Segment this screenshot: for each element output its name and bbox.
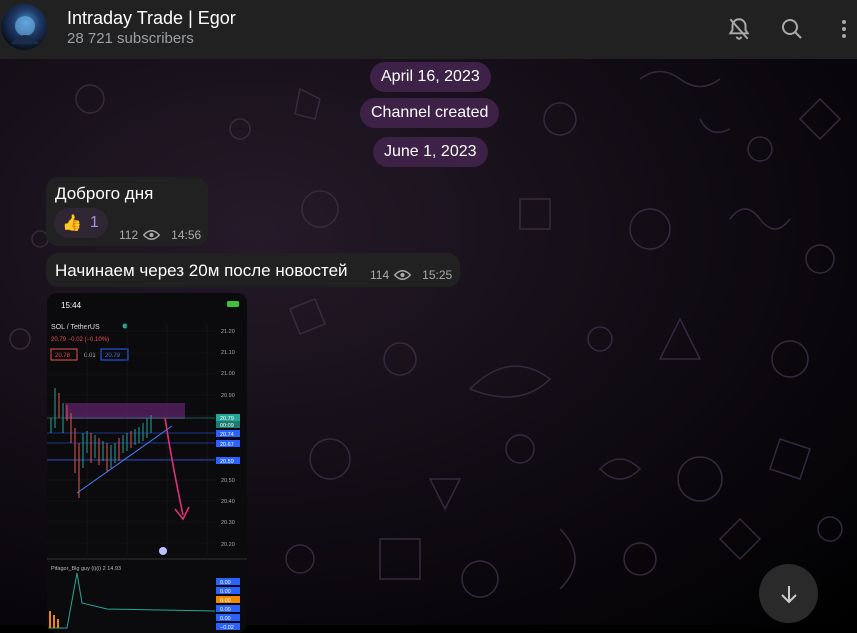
price-change: 20.79 −0.02 (−0.10%) — [51, 337, 109, 343]
indicator-tick: 0.00 — [220, 607, 231, 613]
spread: 0.01 — [84, 353, 96, 359]
more-vertical-icon — [842, 20, 846, 38]
status-time: 15:44 — [61, 301, 82, 310]
pair-label: SOL / TetherUS — [51, 324, 100, 331]
message-text: Доброго дня — [55, 184, 154, 203]
chat-header: Intraday Trade | Egor 28 721 subscribers — [0, 0, 857, 59]
channel-avatar[interactable] — [1, 4, 47, 50]
indicator-tick: 0.00 — [220, 598, 231, 604]
search-button[interactable] — [777, 14, 807, 44]
indicator-tick: −0.02 — [220, 625, 234, 631]
arrow-down-icon — [780, 585, 797, 603]
y-tick: 20.30 — [221, 520, 235, 526]
search-icon — [782, 19, 802, 39]
view-count: 112 — [119, 228, 139, 242]
reaction-count: 1 — [89, 214, 99, 231]
more-button[interactable] — [829, 14, 857, 44]
thumbs-up-icon: 👍 — [62, 215, 82, 232]
y-tick: 21.10 — [221, 350, 235, 356]
y-tick: 20.67 — [220, 442, 234, 448]
y-tick: 00:09 — [220, 423, 234, 429]
y-tick: 20.20 — [221, 542, 235, 548]
indicator-tick: 0.00 — [220, 580, 231, 586]
trading-chart-image: 15:44 SOL / TetherUS 20.79 −0.02 (−0.10%… — [47, 293, 247, 633]
eye-icon — [143, 230, 161, 240]
y-tick: 21.20 — [221, 329, 235, 335]
bell-off-icon — [728, 18, 750, 40]
avatar-image — [11, 16, 39, 44]
y-tick: 20.40 — [221, 499, 235, 505]
y-tick: 20.90 — [221, 393, 235, 399]
channel-title[interactable]: Intraday Trade | Egor — [67, 8, 236, 29]
message-text: Начинаем через 20м после новостей — [55, 261, 348, 280]
view-count: 114 — [370, 268, 390, 282]
scroll-to-bottom-button[interactable] — [759, 564, 818, 623]
y-tick: 21.00 — [221, 371, 235, 377]
subscriber-count: 28 721 subscribers — [67, 30, 194, 47]
message-meta: 114 15:25 — [370, 268, 452, 282]
ask-price: 20.79 — [105, 353, 121, 359]
eye-icon — [394, 270, 412, 280]
message-meta: 112 14:56 — [119, 228, 201, 242]
message-bubble[interactable]: Доброго дня 👍 1 112 14:56 — [46, 177, 208, 246]
message-time: 14:56 — [171, 228, 202, 242]
channel-created-notice: Channel created — [360, 98, 500, 128]
mute-button[interactable] — [724, 14, 754, 44]
indicator-tick: 0.00 — [220, 616, 231, 622]
chart-photo[interactable]: 15:44 SOL / TetherUS 20.79 −0.02 (−0.10%… — [47, 293, 247, 633]
date-separator: April 16, 2023 — [370, 62, 491, 92]
y-tick: 20.50 — [221, 478, 235, 484]
date-separator: June 1, 2023 — [373, 137, 488, 167]
indicator-label: Pifagor_Big guy (i)(i) 2 14.93 — [51, 566, 121, 572]
y-tick: 20.59 — [220, 459, 234, 465]
y-tick: 20.74 — [220, 432, 234, 438]
message-time: 15:25 — [422, 268, 453, 282]
indicator-tick: 0.00 — [220, 589, 231, 595]
reaction-chip[interactable]: 👍 1 — [54, 208, 108, 238]
bid-price: 20.78 — [55, 353, 71, 359]
message-bubble[interactable]: Начинаем через 20м после новостей 114 15… — [46, 253, 460, 287]
